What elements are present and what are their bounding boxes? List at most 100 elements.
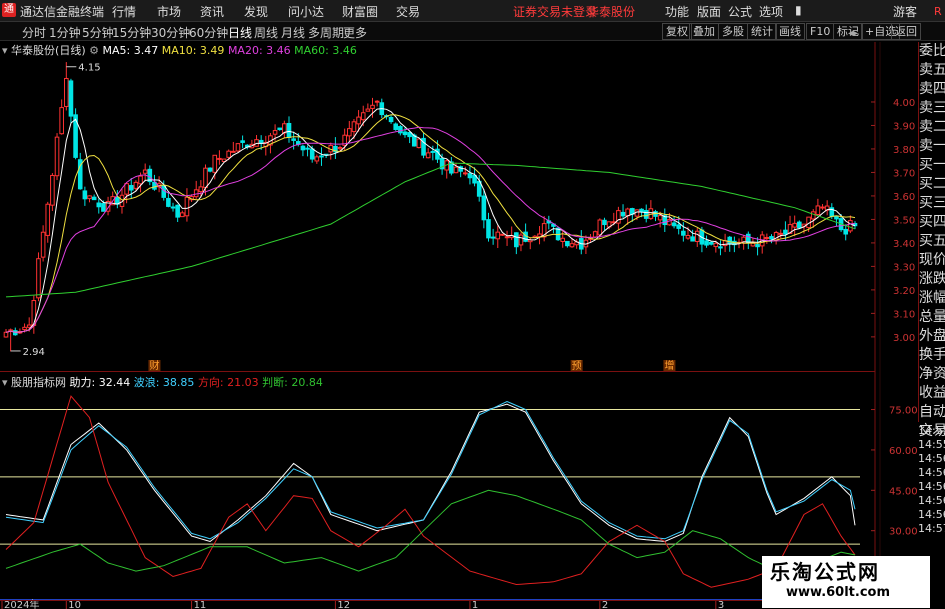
panel-item-change-pct[interactable]: 涨幅: [919, 289, 945, 308]
candle-body: [750, 242, 756, 247]
pane-divider[interactable]: [0, 371, 875, 372]
low-label: 2.94: [23, 347, 45, 358]
candle-body: [203, 167, 208, 189]
candle-body: [681, 230, 686, 236]
candle-body: [240, 140, 245, 143]
candle-body: [64, 77, 69, 107]
candle-body: [36, 258, 41, 299]
y-tick-label: 60.00: [889, 446, 918, 457]
tick-time: 14:56: [918, 508, 945, 521]
ma60-label: MA60: 3.46: [294, 44, 357, 57]
panel-item-buy1[interactable]: 买一: [919, 156, 945, 175]
stock-title[interactable]: 华泰股份(日线): [11, 44, 86, 57]
candle-body: [45, 203, 51, 236]
candle-body: [713, 242, 719, 248]
candle-body: [374, 100, 380, 103]
indicator-title[interactable]: 股朋指标网: [11, 376, 66, 389]
panel-item-change[interactable]: 涨跌: [919, 270, 945, 289]
candle-body: [657, 215, 663, 221]
y-tick-label: 3.40: [893, 239, 915, 250]
candle-body: [425, 152, 431, 159]
panel-item-buy3[interactable]: 买三: [919, 194, 945, 213]
candle-body: [741, 236, 746, 243]
candle-body: [365, 108, 371, 112]
candle-body: [59, 107, 64, 135]
panel-item-outer[interactable]: 外盘: [919, 327, 945, 346]
panel-item-price[interactable]: 现价: [919, 251, 945, 270]
candle-body: [96, 202, 102, 208]
panel-item-net-assets[interactable]: 净资: [919, 365, 945, 384]
candle-body: [620, 211, 626, 217]
y-tick-label: 75.00: [889, 406, 918, 417]
main-legend: ▾ 华泰股份(日线) ⚙ MA5: 3.47 MA10: 3.49 MA20: …: [2, 42, 357, 58]
site-watermark: 乐淘公式网 www.60lt.com: [762, 556, 930, 608]
panel-item-buy2[interactable]: 买二: [919, 175, 945, 194]
candle-body: [314, 156, 320, 162]
y-tick-label: 3.70: [893, 168, 915, 179]
xaxis-divider: [0, 600, 875, 601]
candle-body: [430, 150, 436, 153]
panel-item-sell3[interactable]: 卖三: [919, 99, 945, 118]
panel-item-auto[interactable]: 自动: [919, 403, 945, 422]
x-tick-label: 2: [602, 600, 608, 609]
panel-item-buy5[interactable]: 买五: [919, 232, 945, 251]
panel-item-buy4[interactable]: 买四: [919, 213, 945, 232]
candle-body: [393, 123, 399, 130]
candle-body: [68, 80, 74, 117]
candle-body: [810, 211, 816, 220]
ma10-label: MA10: 3.49: [161, 44, 225, 57]
candle-body: [727, 236, 733, 245]
panel-item-sell5[interactable]: 卖五: [919, 61, 945, 80]
candle-body: [500, 233, 505, 236]
chevron-down-icon[interactable]: ▾: [2, 376, 8, 389]
y-tick-label: 3.80: [893, 145, 915, 156]
candle-body: [481, 195, 487, 221]
candle-body: [602, 219, 607, 226]
candle-body: [175, 204, 180, 218]
settings-icon[interactable]: ⚙: [89, 44, 99, 57]
x-tick-label: 12: [337, 600, 350, 609]
panel-item-sell4[interactable]: 卖四: [919, 80, 945, 99]
candle-body: [142, 169, 148, 174]
ma5-label: MA5: 3.47: [102, 44, 159, 57]
tick-time: 14:56: [918, 480, 945, 493]
candle-body: [337, 146, 343, 150]
candle-body: [286, 122, 292, 138]
candle-body: [495, 231, 501, 240]
candle-body: [356, 116, 361, 125]
candle-body: [398, 126, 403, 134]
chevron-down-icon[interactable]: ▾: [2, 44, 8, 57]
panel-item-earnings[interactable]: 收益: [919, 384, 945, 403]
stock-chart[interactable]: 4.00 3.90 3.80 3.70 3.60 3.50 3.40 3.30 3.20 3.10…: [0, 0, 945, 609]
panel-item-weibi[interactable]: 委比: [919, 42, 945, 61]
candle-body: [231, 150, 236, 153]
tick-time: 14:56: [918, 466, 945, 479]
panel-item-sell2[interactable]: 卖二: [919, 118, 945, 137]
candle-body: [184, 196, 190, 217]
panel-item-sell1[interactable]: 卖一: [919, 137, 945, 156]
candle-body: [370, 104, 375, 109]
panel-item-turnover[interactable]: 换手: [919, 346, 945, 365]
candle-body: [569, 243, 575, 248]
candle-body: [783, 229, 788, 235]
candle-body: [198, 186, 204, 193]
candle-body: [671, 222, 677, 227]
candle-body: [708, 241, 714, 245]
bolang-label: 波浪: 38.85: [133, 376, 195, 389]
candle-body: [462, 172, 468, 175]
candle-body: [792, 222, 797, 228]
candle-body: [490, 236, 496, 239]
candle-body: [319, 155, 324, 158]
panel-item-volume[interactable]: 总量: [919, 308, 945, 327]
candle-body: [643, 210, 649, 219]
candle-body: [309, 148, 315, 160]
candle-body: [305, 147, 310, 150]
candle-body: [467, 173, 473, 179]
candle-body: [764, 236, 770, 239]
candle-body: [565, 240, 570, 247]
y-tick-label: 3.20: [893, 286, 915, 297]
candle-body: [277, 127, 283, 131]
candle-body: [282, 123, 287, 134]
candle-body: [166, 197, 171, 207]
y-tick-label: 30.00: [889, 527, 918, 538]
